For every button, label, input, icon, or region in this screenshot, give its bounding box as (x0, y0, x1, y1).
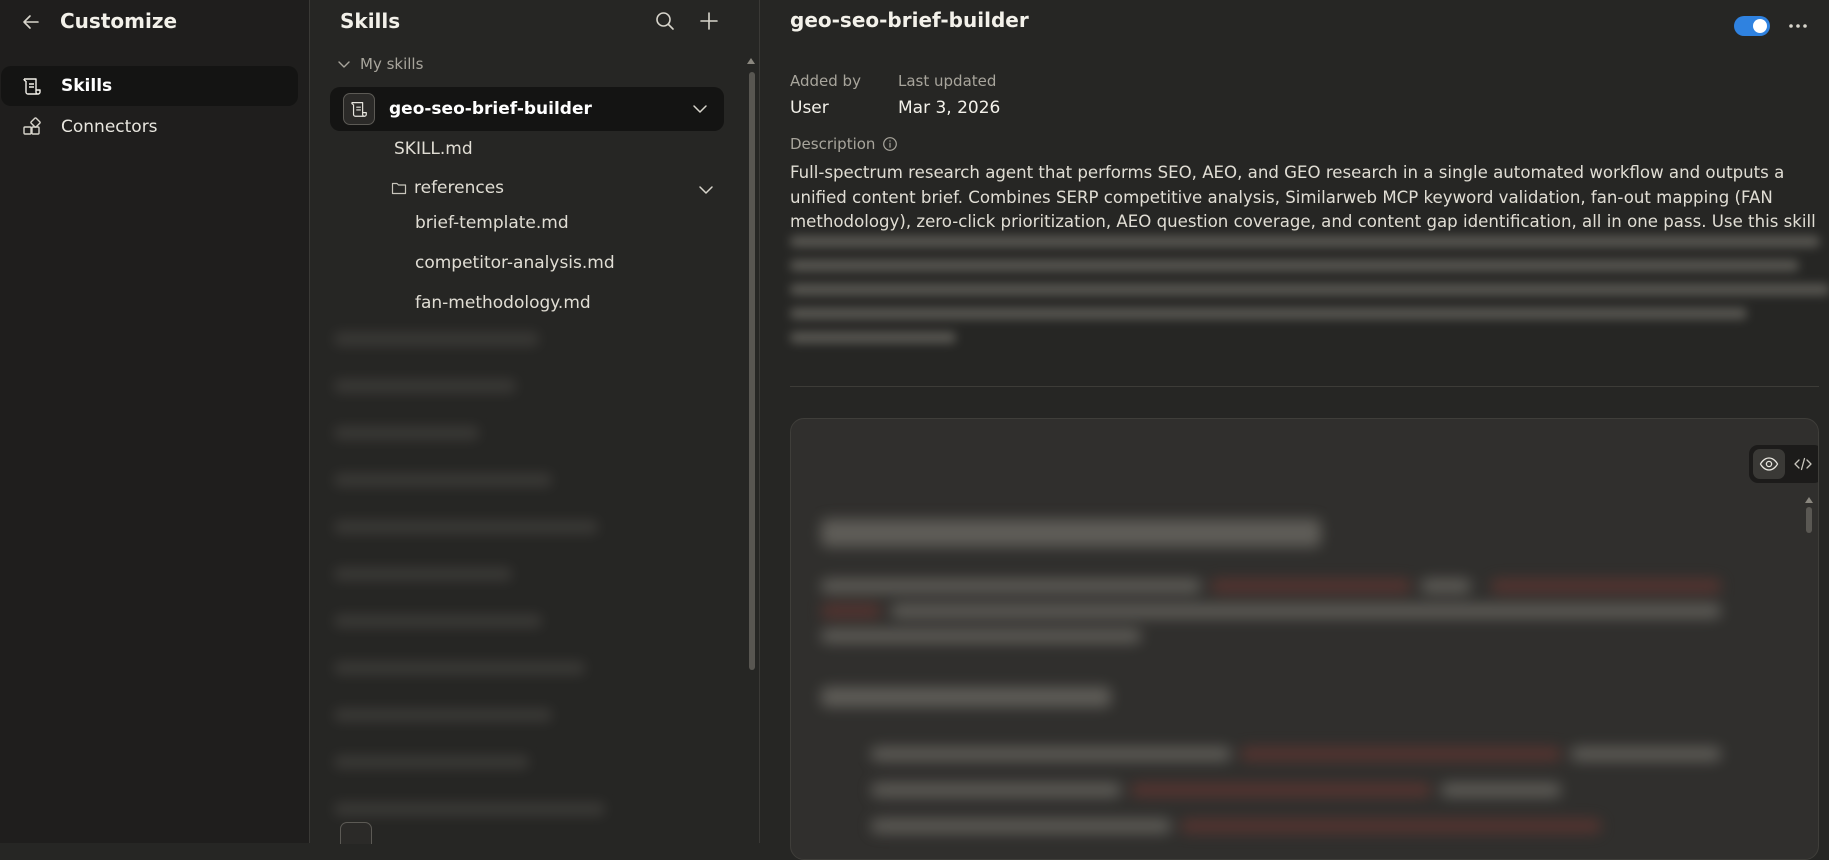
chevron-down-icon[interactable] (690, 99, 710, 119)
skills-scrollbar[interactable] (749, 72, 755, 670)
last-updated-value: Mar 3, 2026 (898, 98, 1001, 118)
code-icon[interactable] (1787, 449, 1818, 479)
back-arrow-icon[interactable] (19, 10, 43, 34)
file-fan-methodology[interactable]: fan-methodology.md (415, 293, 591, 313)
redacted-document-content (811, 519, 1751, 859)
skills-icon (21, 75, 43, 97)
view-mode-toggle (1749, 445, 1818, 483)
skills-title: Skills (340, 9, 401, 33)
skill-item-selected[interactable]: geo-seo-brief-builder (330, 87, 724, 131)
chevron-down-icon (336, 56, 352, 72)
add-skill-icon[interactable] (696, 8, 722, 34)
search-icon[interactable] (652, 8, 678, 34)
toggle-knob (1753, 19, 1767, 33)
nav-item-skills[interactable]: Skills (1, 66, 298, 106)
skill-enabled-toggle[interactable] (1734, 16, 1770, 36)
skill-name: geo-seo-brief-builder (389, 99, 592, 119)
last-updated-label: Last updated (898, 72, 997, 90)
my-skills-section[interactable]: My skills (336, 55, 423, 73)
customize-title: Customize (60, 9, 178, 33)
info-icon[interactable] (882, 136, 898, 152)
nav-item-connectors[interactable]: Connectors (1, 107, 298, 147)
folder-references[interactable]: references (390, 178, 504, 198)
doc-scrollbar[interactable] (1806, 507, 1812, 533)
nav-label-skills: Skills (61, 76, 113, 96)
scroll-up-arrow[interactable] (747, 58, 755, 64)
description-label: Description (790, 135, 876, 153)
chevron-down-icon[interactable] (696, 180, 716, 200)
description-heading: Description (790, 135, 898, 153)
connectors-icon (21, 116, 43, 138)
file-brief-template[interactable]: brief-template.md (415, 213, 569, 233)
skill-scroll-icon (340, 822, 372, 844)
more-options-icon[interactable] (1784, 14, 1812, 38)
my-skills-label: My skills (360, 55, 424, 73)
eye-icon[interactable] (1753, 449, 1785, 479)
skills-list-pane: Skills My skills geo-seo-brief-builder S… (310, 0, 760, 844)
file-competitor-analysis[interactable]: competitor-analysis.md (415, 253, 615, 273)
file-skill-md[interactable]: SKILL.md (394, 139, 473, 159)
skill-title: geo-seo-brief-builder (790, 8, 1029, 32)
folder-icon (390, 179, 408, 197)
skill-scroll-icon (343, 93, 375, 125)
redacted-description (790, 236, 1829, 356)
nav-label-connectors: Connectors (61, 117, 158, 137)
customize-sidebar: Customize Skills Connectors (0, 0, 310, 843)
added-by-value: User (790, 98, 829, 118)
doc-scroll-up-arrow[interactable] (1805, 497, 1813, 503)
description-text: Full-spectrum research agent that perfor… (790, 163, 1816, 231)
skill-document-preview (790, 418, 1819, 860)
skill-detail-pane: geo-seo-brief-builder Added by User Last… (760, 0, 1829, 860)
section-divider (790, 386, 1819, 387)
redacted-skill-list (334, 332, 664, 832)
folder-label: references (414, 178, 505, 198)
added-by-label: Added by (790, 72, 861, 90)
